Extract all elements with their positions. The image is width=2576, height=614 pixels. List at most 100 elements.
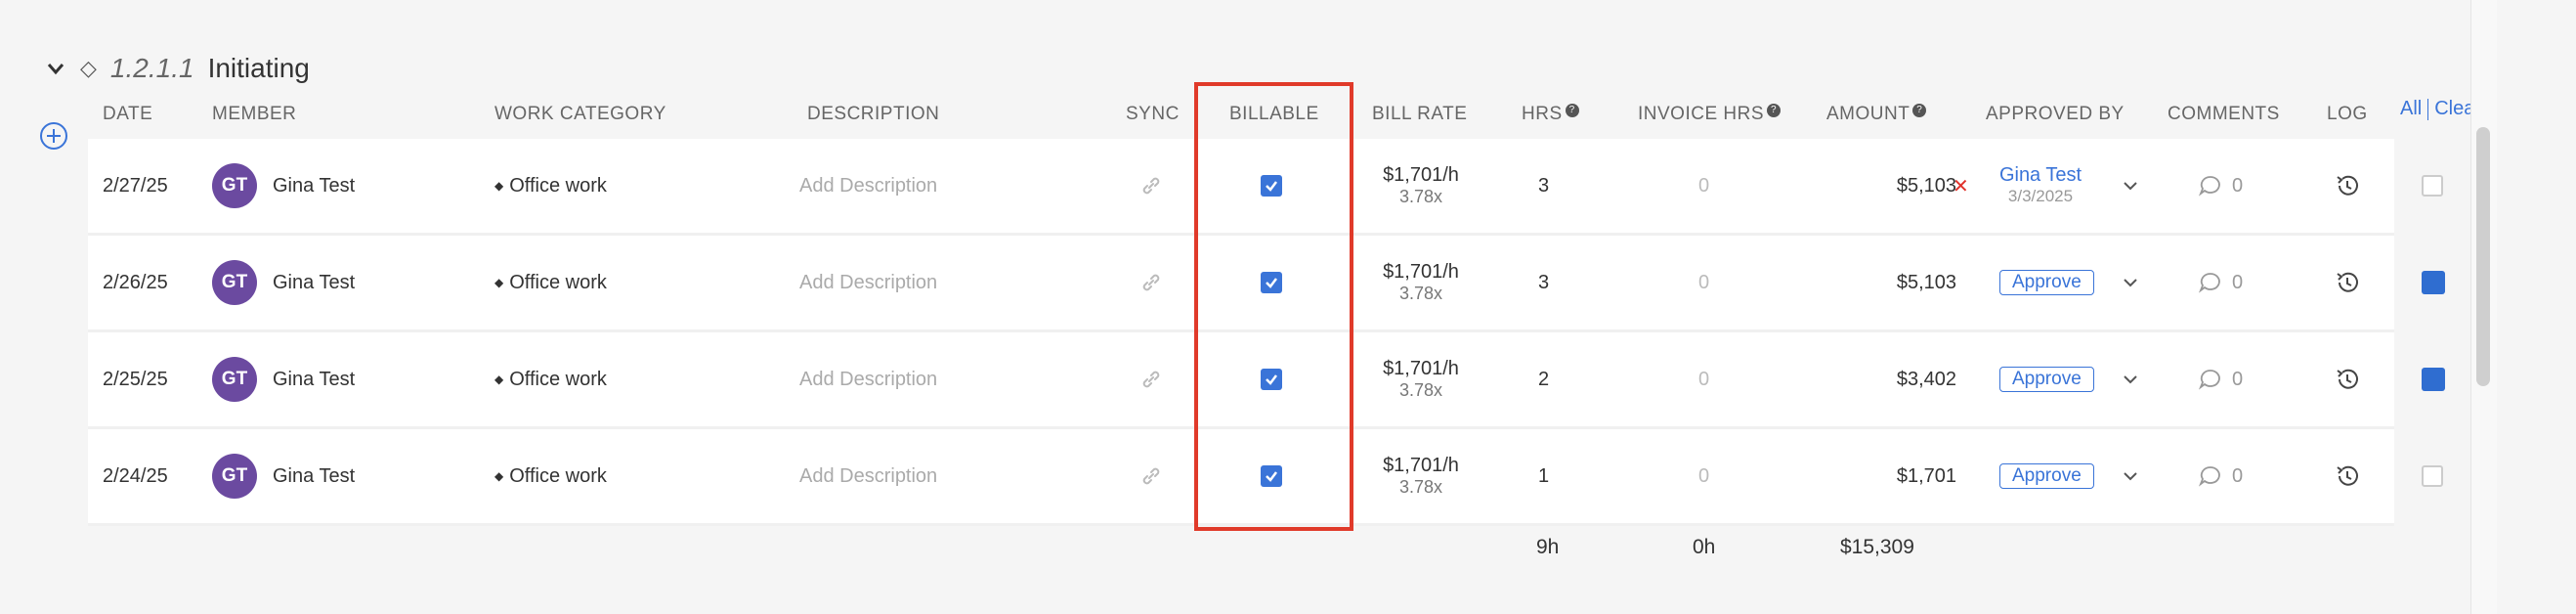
avatar-wrap: GT	[212, 236, 257, 329]
divider	[2427, 98, 2429, 120]
hrs-value[interactable]: 3	[1538, 139, 1549, 233]
help-icon[interactable]: ?	[1565, 104, 1579, 117]
avatar[interactable]: GT	[212, 357, 257, 402]
col-invoice-hrs[interactable]: INVOICE HRS?	[1638, 104, 1782, 125]
history-icon[interactable]	[2334, 236, 2361, 329]
sync-link-icon[interactable]	[1139, 139, 1163, 233]
col-date[interactable]: DATE	[103, 104, 152, 125]
col-hrs[interactable]: HRS?	[1522, 104, 1579, 125]
rate-multiplier: 3.78x	[1398, 187, 1443, 206]
chevron-down-icon[interactable]	[2121, 332, 2140, 426]
col-sync[interactable]: SYNC	[1126, 104, 1180, 125]
chevron-down-icon[interactable]	[2121, 429, 2140, 523]
row-select-checkbox[interactable]	[2422, 429, 2443, 523]
sync-link-icon[interactable]	[1139, 429, 1163, 523]
row-unselected-indicator	[2422, 465, 2443, 487]
rate-multiplier: 3.78x	[1398, 284, 1443, 303]
comment-icon	[2198, 176, 2220, 197]
reject-icon[interactable]: ✕	[1953, 139, 1969, 233]
comment-count: 0	[2232, 174, 2244, 197]
amount-value: $1,701	[1896, 464, 1956, 487]
hrs-value[interactable]: 1	[1538, 429, 1549, 523]
avatar[interactable]: GT	[212, 260, 257, 305]
add-entry-icon[interactable]	[39, 121, 68, 151]
chevron-down-icon[interactable]	[2121, 236, 2140, 329]
approve-button[interactable]: Approve	[1999, 367, 2094, 392]
work-category[interactable]: ◆ Office work	[494, 236, 607, 329]
help-icon[interactable]: ?	[1767, 104, 1782, 117]
comments-cell[interactable]: 0	[2197, 332, 2243, 426]
comments-cell[interactable]: 0	[2197, 236, 2243, 329]
col-approved-by[interactable]: APPROVED BY	[1986, 104, 2125, 125]
bullet-icon: ◆	[494, 469, 504, 483]
description-input[interactable]: Add Description	[799, 236, 937, 329]
member-name[interactable]: Gina Test	[273, 236, 355, 329]
row-unselected-indicator	[2422, 175, 2443, 197]
hrs-value[interactable]: 2	[1538, 332, 1549, 426]
member-name[interactable]: Gina Test	[273, 429, 355, 523]
hrs-value[interactable]: 3	[1538, 236, 1549, 329]
total-amount: $15,309	[1840, 536, 1914, 558]
rate-multiplier: 3.78x	[1398, 380, 1443, 400]
bullet-icon: ◆	[494, 276, 504, 289]
member-name[interactable]: Gina Test	[273, 332, 355, 426]
avatar-wrap: GT	[212, 429, 257, 523]
entry-date[interactable]: 2/24/25	[103, 429, 168, 523]
invoice-hrs-value[interactable]: 0	[1698, 429, 1709, 523]
scrollbar-thumb[interactable]	[2476, 127, 2490, 386]
row-select-checkbox[interactable]	[2422, 139, 2443, 233]
help-icon[interactable]: ?	[1912, 104, 1927, 117]
approve-button-wrap: Approve	[1999, 332, 2094, 426]
comments-cell[interactable]: 0	[2197, 139, 2243, 233]
sync-link-icon[interactable]	[1139, 332, 1163, 426]
col-comments[interactable]: COMMENTS	[2168, 104, 2280, 125]
avatar[interactable]: GT	[212, 454, 257, 499]
entry-date[interactable]: 2/26/25	[103, 236, 168, 329]
comments-cell[interactable]: 0	[2197, 429, 2243, 523]
sync-link-icon[interactable]	[1139, 236, 1163, 329]
col-description[interactable]: DESCRIPTION	[807, 104, 939, 125]
approve-button[interactable]: Approve	[1999, 270, 2094, 295]
avatar[interactable]: GT	[212, 163, 257, 208]
approver-name[interactable]: Gina Test	[1999, 164, 2082, 186]
comment-icon	[2198, 370, 2220, 390]
work-category[interactable]: ◆ Office work	[494, 429, 607, 523]
select-controls: All Clea	[2400, 98, 2474, 120]
diamond-icon: ◇	[80, 56, 97, 80]
bill-rate: $1,701/h 3.78x	[1362, 332, 1480, 426]
rate-value: $1,701/h	[1383, 358, 1459, 379]
bullet-icon: ◆	[494, 179, 504, 193]
col-log[interactable]: LOG	[2327, 104, 2368, 125]
clear-selection-link[interactable]: Clea	[2434, 98, 2474, 119]
row-select-checkbox[interactable]	[2422, 332, 2445, 426]
chevron-down-icon[interactable]	[45, 58, 66, 79]
history-icon[interactable]	[2334, 332, 2361, 426]
history-icon[interactable]	[2334, 429, 2361, 523]
comment-count: 0	[2232, 464, 2244, 487]
work-category[interactable]: ◆ Office work	[494, 332, 607, 426]
history-icon[interactable]	[2334, 139, 2361, 233]
select-all-link[interactable]: All	[2400, 98, 2422, 119]
col-member[interactable]: MEMBER	[212, 104, 296, 125]
description-input[interactable]: Add Description	[799, 429, 937, 523]
total-invoice-hrs: 0h	[1693, 536, 1716, 558]
phase-header: ◇ 1.2.1.1 Initiating	[45, 49, 310, 88]
row-select-checkbox[interactable]	[2422, 236, 2445, 329]
col-amount[interactable]: AMOUNT?	[1826, 104, 1927, 125]
col-work-category[interactable]: WORK CATEGORY	[494, 104, 666, 125]
work-category-label: Office work	[509, 271, 607, 293]
chevron-down-icon[interactable]	[2121, 139, 2140, 233]
approve-button[interactable]: Approve	[1999, 463, 2094, 489]
work-category[interactable]: ◆ Office work	[494, 139, 607, 233]
entry-date[interactable]: 2/25/25	[103, 332, 168, 426]
description-input[interactable]: Add Description	[799, 139, 937, 233]
avatar-wrap: GT	[212, 332, 257, 426]
member-name[interactable]: Gina Test	[273, 139, 355, 233]
invoice-hrs-value[interactable]: 0	[1698, 332, 1709, 426]
entry-date[interactable]: 2/27/25	[103, 139, 168, 233]
description-input[interactable]: Add Description	[799, 332, 937, 426]
invoice-hrs-value[interactable]: 0	[1698, 139, 1709, 233]
invoice-hrs-value[interactable]: 0	[1698, 236, 1709, 329]
approved-date: 3/3/2025	[2007, 187, 2074, 205]
col-bill-rate[interactable]: BILL RATE	[1372, 104, 1467, 125]
